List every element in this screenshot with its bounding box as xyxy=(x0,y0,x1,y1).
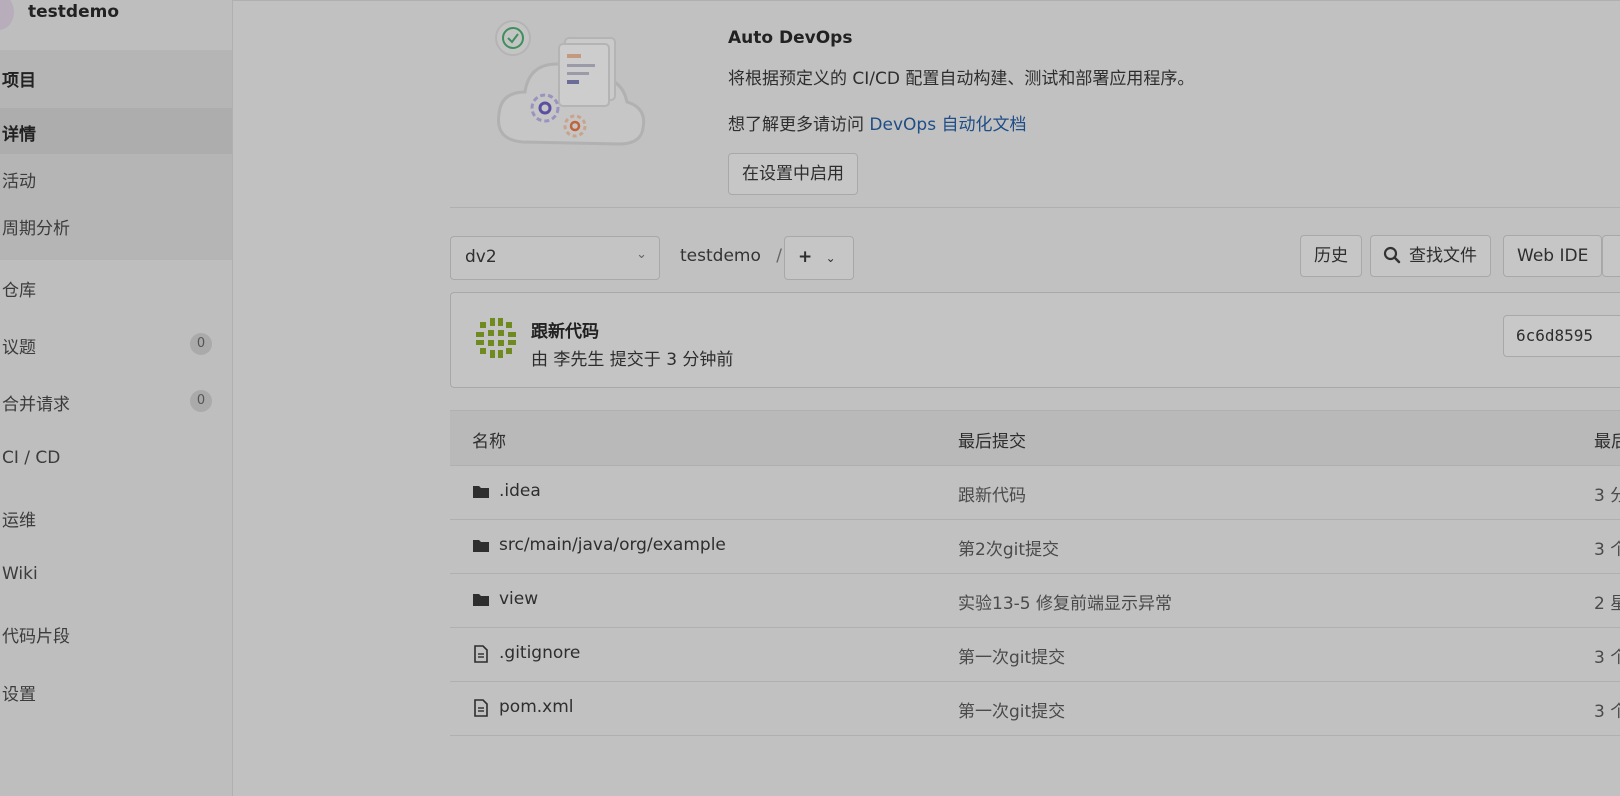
sidebar-item-activity[interactable]: 活动 xyxy=(0,155,232,201)
file-name[interactable]: src/main/java/org/example xyxy=(499,535,726,555)
add-file-dropdown-button[interactable]: + ⌄ xyxy=(784,236,854,280)
find-file-label: 查找文件 xyxy=(1409,246,1477,266)
search-icon xyxy=(1383,246,1401,264)
sidebar-item-settings[interactable]: 设置 xyxy=(0,668,232,714)
sidebar-item-issues[interactable]: 议题 0 xyxy=(0,321,232,367)
commit-time: 3 个 xyxy=(1594,540,1620,560)
sidebar-item-label: 详情 xyxy=(2,125,36,145)
file-icon xyxy=(474,645,488,663)
sidebar-item-label: 议题 xyxy=(2,338,36,358)
file-name[interactable]: .gitignore xyxy=(499,643,580,663)
branch-selector[interactable]: dv2 ⌄ xyxy=(450,236,660,280)
sidebar-item-label: 周期分析 xyxy=(2,219,70,239)
table-row[interactable]: pom.xml 第一次git提交 3 个 xyxy=(450,681,1620,736)
sidebar-item-label: 项目 xyxy=(2,71,36,91)
top-border xyxy=(232,0,1620,1)
table-row[interactable]: .idea 跟新代码 3 分 xyxy=(450,465,1620,520)
commit-meta: 由 李先生 提交于 3 分钟前 xyxy=(531,350,734,370)
auto-devops-description: 将根据预定义的 CI/CD 配置自动构建、测试和部署应用程序。 xyxy=(728,69,1195,89)
sidebar-item-label: 代码片段 xyxy=(2,627,70,647)
table-row[interactable]: src/main/java/org/example 第2次git提交 3 个 xyxy=(450,519,1620,574)
plus-icon: + xyxy=(798,247,813,267)
header-last-commit: 最后提交 xyxy=(958,432,1026,452)
chevron-down-icon: ⌄ xyxy=(636,247,647,262)
commit-time: 3 个 xyxy=(1594,702,1620,722)
sidebar-item-label: 活动 xyxy=(2,172,36,192)
chevron-down-icon: ⌄ xyxy=(825,251,836,265)
section-divider xyxy=(450,207,1620,208)
commit-sha[interactable]: 6c6d8595 xyxy=(1503,315,1620,357)
sidebar-item-operations[interactable]: 运维 xyxy=(0,494,232,540)
header-name: 名称 xyxy=(472,432,506,452)
sidebar-item-label: CI / CD xyxy=(2,448,61,468)
breadcrumb: testdemo / xyxy=(680,246,782,266)
table-row[interactable]: .gitignore 第一次git提交 3 个 xyxy=(450,627,1620,682)
sidebar-item-label: 仓库 xyxy=(2,281,36,301)
sidebar-item-label: 合并请求 xyxy=(2,395,70,415)
more-info-prefix: 想了解更多请访问 xyxy=(728,115,870,135)
clone-dropdown-button[interactable] xyxy=(1602,235,1620,277)
commit-time: 2 星 xyxy=(1594,594,1620,614)
sidebar-item-project[interactable]: 项目 xyxy=(0,54,232,100)
commit-author-avatar[interactable] xyxy=(473,315,519,361)
file-table-header: 名称 最后提交 最后 xyxy=(450,410,1620,466)
commit-message[interactable]: 实验13-5 修复前端显示异常 xyxy=(958,589,1172,614)
devops-cloud-illustration xyxy=(495,20,646,146)
commit-message[interactable]: 第2次git提交 xyxy=(958,535,1059,560)
commit-time: 3 个 xyxy=(1594,648,1620,668)
header-last-update: 最后 xyxy=(1594,432,1620,452)
commit-message[interactable]: 第一次git提交 xyxy=(958,643,1065,668)
sidebar-item-ci-cd[interactable]: CI / CD xyxy=(0,436,232,482)
auto-devops-more-info: 想了解更多请访问 DevOps 自动化文档 xyxy=(728,110,1026,135)
last-commit-panel: 跟新代码 由 李先生 提交于 3 分钟前 6c6d8595 xyxy=(450,292,1620,388)
web-ide-button[interactable]: Web IDE xyxy=(1503,235,1603,277)
sidebar-item-snippets[interactable]: 代码片段 xyxy=(0,610,232,656)
merge-requests-count-badge: 0 xyxy=(190,390,212,412)
sidebar-item-repository[interactable]: 仓库 xyxy=(0,264,232,310)
commit-title[interactable]: 跟新代码 xyxy=(531,317,599,342)
file-name[interactable]: .idea xyxy=(499,481,541,501)
sidebar-item-merge-requests[interactable]: 合并请求 0 xyxy=(0,378,232,424)
sidebar-item-label: 设置 xyxy=(2,685,36,705)
issues-count-badge: 0 xyxy=(190,333,212,355)
sidebar-item-wiki[interactable]: Wiki xyxy=(0,552,232,598)
commit-message[interactable]: 第一次git提交 xyxy=(958,697,1065,722)
history-button[interactable]: 历史 xyxy=(1300,235,1362,277)
file-name[interactable]: view xyxy=(499,589,538,609)
enable-in-settings-button[interactable]: 在设置中启用 xyxy=(728,153,858,195)
commit-time: 3 分 xyxy=(1594,486,1620,506)
devops-docs-link[interactable]: DevOps 自动化文档 xyxy=(869,115,1026,135)
find-file-button[interactable]: 查找文件 xyxy=(1370,235,1491,277)
sidebar: testdemo 项目 详情 活动 周期分析 仓库 议题 0 合并请求 0 CI… xyxy=(0,0,233,796)
sidebar-project-header[interactable]: testdemo xyxy=(0,0,232,34)
project-name: testdemo xyxy=(28,2,119,22)
file-name[interactable]: pom.xml xyxy=(499,697,574,717)
breadcrumb-separator: / xyxy=(776,246,782,266)
project-avatar xyxy=(0,0,14,30)
branch-name: dv2 xyxy=(465,247,497,267)
file-icon xyxy=(474,699,488,717)
auto-devops-title: Auto DevOps xyxy=(728,28,853,48)
breadcrumb-project[interactable]: testdemo xyxy=(680,246,761,266)
sidebar-item-label: 运维 xyxy=(2,511,36,531)
folder-icon xyxy=(473,594,489,606)
sidebar-item-label: Wiki xyxy=(2,564,38,584)
sidebar-item-cycle-analytics[interactable]: 周期分析 xyxy=(0,202,232,248)
folder-icon xyxy=(473,486,489,498)
commit-message[interactable]: 跟新代码 xyxy=(958,481,1026,506)
folder-icon xyxy=(473,540,489,552)
sidebar-item-details[interactable]: 详情 xyxy=(0,108,232,154)
table-row[interactable]: view 实验13-5 修复前端显示异常 2 星 xyxy=(450,573,1620,628)
